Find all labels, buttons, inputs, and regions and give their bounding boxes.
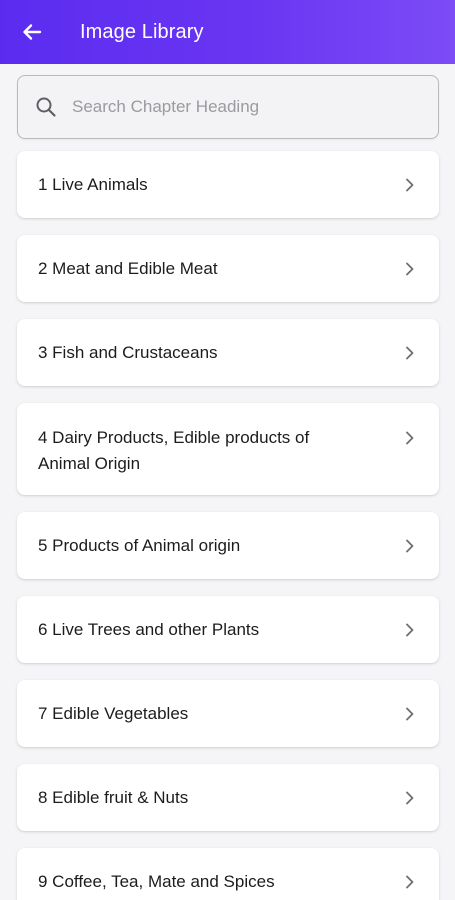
chapter-list: 1 Live Animals 2 Meat and Edible Meat 3 … [17, 151, 439, 900]
search-input[interactable] [72, 97, 412, 117]
list-item[interactable]: 8 Edible fruit & Nuts [17, 764, 439, 831]
search-icon [20, 96, 72, 118]
list-item[interactable]: 2 Meat and Edible Meat [17, 235, 439, 302]
list-item[interactable]: 4 Dairy Products, Edible products of Ani… [17, 403, 439, 495]
list-item[interactable]: 9 Coffee, Tea, Mate and Spices [17, 848, 439, 900]
list-item-label: 2 Meat and Edible Meat [38, 258, 218, 278]
list-item-label: 3 Fish and Crustaceans [38, 342, 218, 362]
search-bar[interactable] [17, 75, 439, 139]
list-item-label: 8 Edible fruit & Nuts [38, 787, 189, 807]
list-item[interactable]: 3 Fish and Crustaceans [17, 319, 439, 386]
chevron-right-icon [403, 346, 417, 360]
list-item-label: 4 Dairy Products, Edible products of Ani… [38, 428, 310, 473]
chevron-right-icon [403, 623, 417, 637]
chevron-right-icon [403, 431, 417, 445]
arrow-left-icon [22, 22, 42, 42]
back-button[interactable] [0, 0, 64, 64]
list-item[interactable]: 7 Edible Vegetables [17, 680, 439, 747]
chevron-right-icon [403, 262, 417, 276]
list-item-label: 5 Products of Animal origin [38, 535, 241, 555]
chevron-right-icon [403, 875, 417, 889]
list-item-label: 1 Live Animals [38, 174, 148, 194]
chevron-right-icon [403, 791, 417, 805]
chevron-right-icon [403, 539, 417, 553]
list-item-label: 7 Edible Vegetables [38, 703, 189, 723]
chevron-right-icon [403, 178, 417, 192]
list-item[interactable]: 6 Live Trees and other Plants [17, 596, 439, 663]
list-item[interactable]: 1 Live Animals [17, 151, 439, 218]
list-item[interactable]: 5 Products of Animal origin [17, 512, 439, 579]
app-bar: Image Library [0, 0, 455, 64]
page-title: Image Library [80, 20, 204, 43]
chevron-right-icon [403, 707, 417, 721]
list-item-label: 6 Live Trees and other Plants [38, 619, 260, 639]
list-item-label: 9 Coffee, Tea, Mate and Spices [38, 871, 275, 891]
